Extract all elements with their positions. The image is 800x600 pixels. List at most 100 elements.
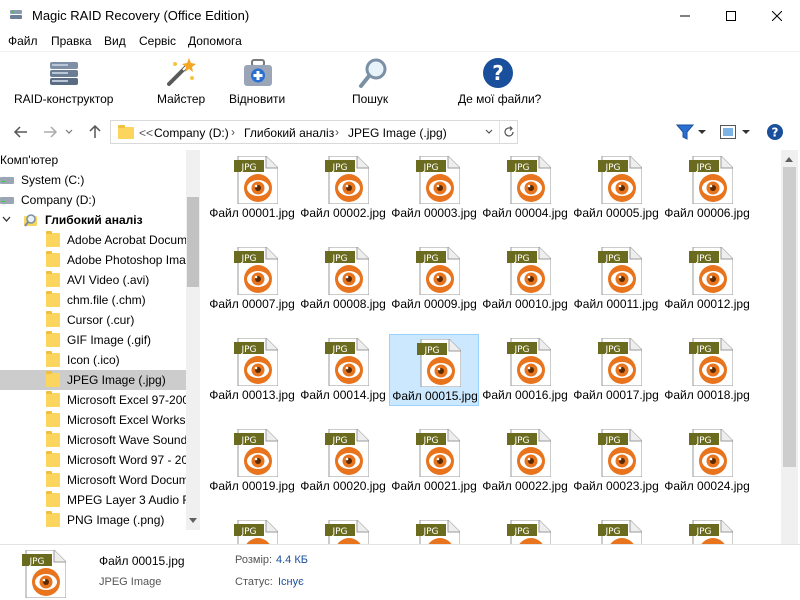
file-tile[interactable]: JPG Файл 00009.jpg [389,243,479,315]
tree-item-folder[interactable]: AVI Video (.avi) [0,270,186,290]
tree-item-folder[interactable]: Cursor (.cur) [0,310,186,330]
breadcrumb-overflow[interactable]: << [139,126,153,140]
breadcrumb-jpeg[interactable]: JPEG Image (.jpg) [348,126,447,140]
menu-help[interactable]: Допомога [188,34,242,48]
file-tile[interactable]: JPG Файл 00024.jpg [662,425,752,497]
tree-scrollbar[interactable] [186,150,200,530]
file-tile[interactable]: JPG Файл 00018.jpg [662,334,752,406]
breadcrumb-drive[interactable]: Company (D:) [154,126,229,140]
jpg-file-icon: JPG [507,520,551,544]
history-dropdown[interactable] [62,122,76,142]
file-tile[interactable]: JPG Файл 00020.jpg [298,425,388,497]
jpg-file-icon: JPG [507,156,551,204]
filter-button[interactable] [676,121,707,143]
menu-view[interactable]: Вид [104,34,126,48]
tree-item-folder[interactable]: Adobe Photoshop Image [0,250,186,270]
address-bar[interactable]: << Company (D:) › Глибокий аналіз › JPEG… [110,120,518,144]
scroll-down-icon[interactable] [189,518,197,524]
tree-item-folder[interactable]: Microsoft Word 97 - 2003 [0,450,186,470]
view-mode-button[interactable] [720,121,751,143]
tree-item-drive-d[interactable]: Company (D:) [0,190,186,210]
file-tile[interactable]: JPG Файл 00017.jpg [571,334,661,406]
close-button[interactable] [754,0,800,31]
tree-item-folder[interactable]: GIF Image (.gif) [0,330,186,350]
file-tile[interactable]: JPG [662,516,752,544]
file-tile[interactable]: JPG Файл 00002.jpg [298,152,388,224]
svg-text:JPG: JPG [422,254,438,264]
title-bar: Magic RAID Recovery (Office Edition) [0,0,800,31]
minimize-button[interactable] [662,0,708,31]
tree-item-computer[interactable]: Комп'ютер [0,150,186,170]
back-button[interactable] [11,122,31,142]
file-tile[interactable]: JPG [480,516,570,544]
jpg-file-icon: JPG [507,429,551,477]
file-tile[interactable]: JPG Файл 00001.jpg [207,152,297,224]
file-tile[interactable]: JPG Файл 00023.jpg [571,425,661,497]
file-tile[interactable]: JPG Файл 00019.jpg [207,425,297,497]
jpg-file-icon: JPG [234,429,278,477]
grid-scrollbar[interactable] [781,150,798,544]
svg-text:JPG: JPG [695,254,711,264]
tree-item-folder[interactable]: chm.file (.chm) [0,290,186,310]
tree-item-folder[interactable]: Microsoft Wave Sound [0,430,186,450]
jpg-file-icon: JPG [234,520,278,544]
tree-item-folder[interactable]: Adobe Acrobat Document [0,230,186,250]
file-tile[interactable]: JPG Файл 00006.jpg [662,152,752,224]
status-state-value: Існує [278,576,304,588]
up-button[interactable] [85,122,105,142]
menu-edit[interactable]: Правка [51,34,92,48]
menu-service[interactable]: Сервіс [139,34,176,48]
tree-item-folder[interactable]: MPEG Layer 3 Audio File [0,490,186,510]
address-dropdown[interactable] [481,121,497,143]
jpg-file-icon: JPG [416,429,460,477]
file-tile[interactable]: JPG Файл 00004.jpg [480,152,570,224]
file-tile[interactable]: JPG Файл 00011.jpg [571,243,661,315]
tree-scrollbar-thumb[interactable] [187,197,199,287]
file-tile[interactable]: JPG [571,516,661,544]
file-tile[interactable]: JPG Файл 00013.jpg [207,334,297,406]
file-tile[interactable]: JPG [389,516,479,544]
folder-tree: Комп'ютер System (C:) Company (D:) Глибо… [0,150,200,530]
file-tile[interactable]: JPG Файл 00005.jpg [571,152,661,224]
tree-item-folder-selected[interactable]: JPEG Image (.jpg) [0,370,186,390]
jpg-file-icon: JPG [598,338,642,386]
file-tile[interactable]: JPG Файл 00003.jpg [389,152,479,224]
breadcrumb-separator-icon[interactable]: › [335,125,339,139]
file-tile-selected[interactable]: JPG Файл 00015.jpg [389,334,479,406]
file-tile[interactable]: JPG Файл 00016.jpg [480,334,570,406]
jpg-file-icon: JPG [416,247,460,295]
jpg-file-icon: JPG [689,429,733,477]
breadcrumb-deep-analysis[interactable]: Глибокий аналіз [244,126,334,140]
file-tile[interactable]: JPG [207,516,297,544]
tree-item-deep-analysis[interactable]: Глибокий аналіз [0,210,186,230]
forward-button[interactable] [40,122,60,142]
file-tile[interactable]: JPG Файл 00022.jpg [480,425,570,497]
file-tile[interactable]: JPG Файл 00008.jpg [298,243,388,315]
file-tile[interactable]: JPG Файл 00021.jpg [389,425,479,497]
file-tile[interactable]: JPG Файл 00012.jpg [662,243,752,315]
folder-icon [46,251,60,267]
svg-text:JPG: JPG [331,527,347,537]
file-tile[interactable]: JPG Файл 00010.jpg [480,243,570,315]
breadcrumb-separator-icon[interactable]: › [231,125,235,139]
menu-file[interactable]: Файл [8,34,38,48]
file-name: Файл 00019.jpg [209,479,295,493]
refresh-button[interactable] [499,121,517,143]
tree-item-drive-c[interactable]: System (C:) [0,170,186,190]
tree-item-folder[interactable]: Icon (.ico) [0,350,186,370]
folder-icon [46,511,60,527]
file-tile[interactable]: JPG Файл 00007.jpg [207,243,297,315]
file-tile[interactable]: JPG Файл 00014.jpg [298,334,388,406]
file-tile[interactable]: JPG [298,516,388,544]
svg-text:JPG: JPG [513,436,529,446]
scroll-up-icon[interactable] [785,157,793,163]
jpg-file-icon: JPG [416,520,460,544]
tree-item-folder[interactable]: Microsoft Excel 97-2003 [0,390,186,410]
tree-item-folder[interactable]: Microsoft Word Document [0,470,186,490]
grid-scrollbar-thumb[interactable] [783,167,796,467]
tree-item-folder[interactable]: Microsoft Excel Worksheet [0,410,186,430]
file-name: Файл 00022.jpg [482,479,568,493]
help-button[interactable]: ? [766,121,784,143]
tree-item-folder[interactable]: PNG Image (.png) [0,510,186,530]
maximize-button[interactable] [708,0,754,31]
